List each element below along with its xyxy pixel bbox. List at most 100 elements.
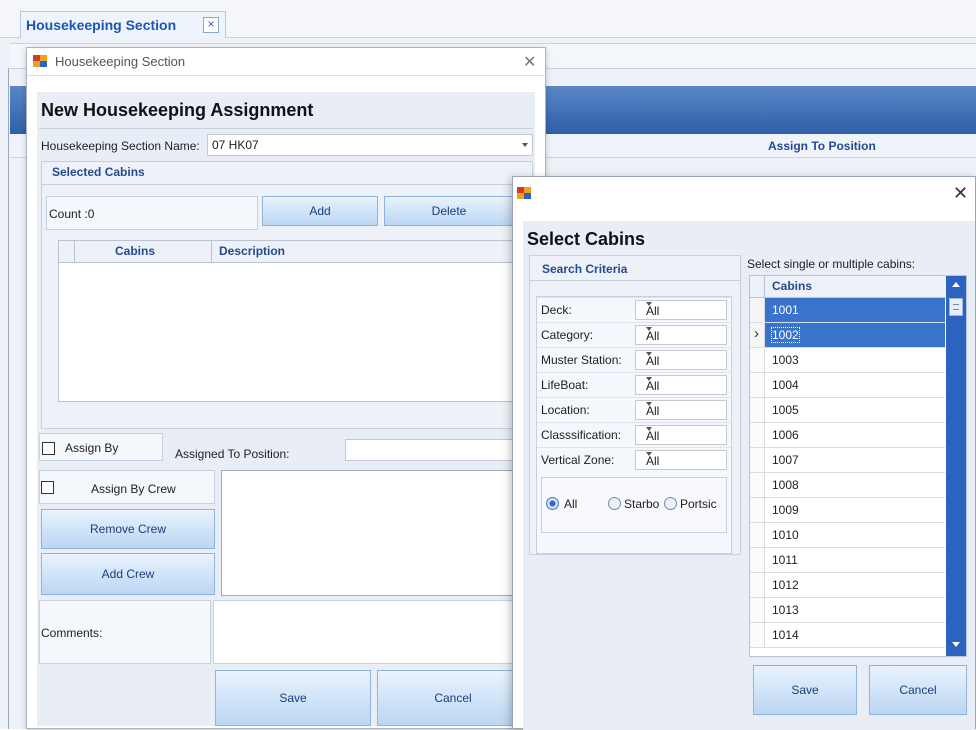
radio-all-label: All	[564, 497, 578, 511]
category-value: All	[646, 329, 660, 343]
search-criteria-rule	[530, 280, 740, 281]
vertical-zone-combo[interactable]: All	[635, 450, 727, 470]
cabins-column-header[interactable]: Cabins	[115, 244, 155, 258]
cabin-row[interactable]: 1013	[750, 598, 945, 623]
select-cancel-button[interactable]: Cancel	[869, 665, 967, 715]
radio-portside-label: Portsic	[680, 497, 717, 511]
cabin-number: 1005	[772, 403, 799, 417]
classification-combo[interactable]: All	[635, 425, 727, 445]
row-header: ›	[750, 323, 765, 347]
cabin-row[interactable]: 1014	[750, 623, 945, 648]
row-header	[750, 298, 765, 322]
classification-label: Classsification:	[541, 428, 622, 442]
cabin-row[interactable]: 1007	[750, 448, 945, 473]
cabin-number: 1009	[772, 503, 799, 517]
cabins-column-header[interactable]: Cabins	[772, 279, 812, 293]
deck-combo[interactable]: All	[635, 300, 727, 320]
cabin-row[interactable]: 1005	[750, 398, 945, 423]
category-combo[interactable]: All	[635, 325, 727, 345]
assign-by-checkbox[interactable]	[42, 442, 55, 455]
scroll-down-icon[interactable]	[952, 642, 960, 647]
select-body: Select Cabins Search Criteria Deck: All …	[523, 221, 975, 730]
cabins-grid: Cabins 1001 › 1002 1003 1004 1005 1006 10…	[749, 275, 967, 657]
tab-label: Housekeeping Section	[26, 17, 177, 33]
tab-housekeeping-section[interactable]: Housekeeping Section ×	[20, 11, 226, 38]
radio-portside[interactable]	[664, 497, 677, 510]
tab-close-icon[interactable]: ×	[203, 17, 219, 33]
criteria-muster-station: Muster Station: All	[537, 347, 733, 371]
remove-crew-button[interactable]: Remove Crew	[41, 509, 215, 549]
row-header	[750, 598, 765, 622]
search-criteria-title: Search Criteria	[542, 262, 628, 276]
cabin-row[interactable]: 1001	[750, 298, 945, 323]
classification-value: All	[646, 429, 660, 443]
row-header	[750, 498, 765, 522]
row-header	[750, 523, 765, 547]
scroll-thumb[interactable]	[949, 298, 963, 316]
vertical-zone-label: Vertical Zone:	[541, 453, 615, 467]
cabin-row[interactable]: 1009	[750, 498, 945, 523]
cabin-row[interactable]: 1011	[750, 548, 945, 573]
location-value: All	[646, 404, 660, 418]
delete-cabin-button[interactable]: Delete	[384, 196, 514, 226]
lifeboat-value: All	[646, 379, 660, 393]
chevron-down-icon	[646, 427, 652, 431]
hk-title: Housekeeping Section	[55, 54, 186, 69]
cabin-number: 1004	[772, 378, 799, 392]
radio-starboard[interactable]	[608, 497, 621, 510]
muster-station-value: All	[646, 354, 660, 368]
description-column-header[interactable]: Description	[219, 244, 285, 258]
muster-station-label: Muster Station:	[541, 353, 622, 367]
cancel-button[interactable]: Cancel	[377, 670, 529, 726]
chevron-down-icon	[646, 352, 652, 356]
cabins-grid-header: Cabins	[750, 276, 966, 298]
hk-heading-rule	[39, 128, 533, 129]
row-header	[750, 623, 765, 647]
cabin-row[interactable]: 1010	[750, 523, 945, 548]
chevron-down-icon	[646, 302, 652, 306]
app-icon	[517, 187, 531, 199]
row-header	[750, 373, 765, 397]
row-header	[750, 423, 765, 447]
muster-station-combo[interactable]: All	[635, 350, 727, 370]
selected-cabins-title-rule	[42, 184, 532, 185]
cabins-scrollbar[interactable]	[946, 276, 966, 656]
section-name-combo[interactable]: 07 HK07	[207, 134, 533, 156]
select-save-button[interactable]: Save	[753, 665, 857, 715]
save-button[interactable]: Save	[215, 670, 371, 726]
hk-close-icon[interactable]: ✕	[523, 52, 536, 72]
grid-col-divider	[211, 241, 212, 263]
grid-row-header-cell	[59, 241, 75, 263]
grip-icon	[953, 304, 959, 310]
section-name-value: 07 HK07	[212, 138, 259, 152]
crew-list[interactable]	[221, 470, 533, 596]
criteria-vertical-zone: Vertical Zone: All	[537, 447, 733, 471]
cabin-number: 1014	[772, 628, 799, 642]
cabin-row[interactable]: 1004	[750, 373, 945, 398]
cabin-number: 1006	[772, 428, 799, 442]
assign-by-crew-checkbox[interactable]	[41, 481, 54, 494]
cabin-row[interactable]: › 1002	[750, 323, 945, 348]
scroll-up-icon[interactable]	[952, 282, 960, 287]
add-crew-button[interactable]: Add Crew	[41, 553, 215, 595]
lifeboat-combo[interactable]: All	[635, 375, 727, 395]
assign-to-position-header[interactable]: Assign To Position	[768, 139, 876, 153]
select-close-icon[interactable]: ✕	[953, 183, 968, 204]
selected-cabins-group: Selected Cabins Count :0 Add Delete Cabi…	[41, 161, 533, 429]
comments-input[interactable]	[213, 600, 533, 664]
radio-all[interactable]	[546, 497, 559, 510]
add-cabin-button[interactable]: Add	[262, 196, 378, 226]
cabin-row[interactable]: 1008	[750, 473, 945, 498]
hk-form-area: New Housekeeping Assignment Housekeeping…	[37, 92, 535, 726]
assigned-to-position-input[interactable]	[345, 439, 533, 461]
cabin-row[interactable]: 1003	[750, 348, 945, 373]
count-box: Count :0	[46, 196, 258, 230]
location-combo[interactable]: All	[635, 400, 727, 420]
cabins-row-header-cell	[750, 276, 765, 298]
cabin-row[interactable]: 1012	[750, 573, 945, 598]
chevron-down-icon	[522, 143, 528, 147]
cabin-row[interactable]: 1006	[750, 423, 945, 448]
cabin-number: 1008	[772, 478, 799, 492]
deck-value: All	[646, 304, 660, 318]
left-edge-line	[8, 68, 9, 729]
